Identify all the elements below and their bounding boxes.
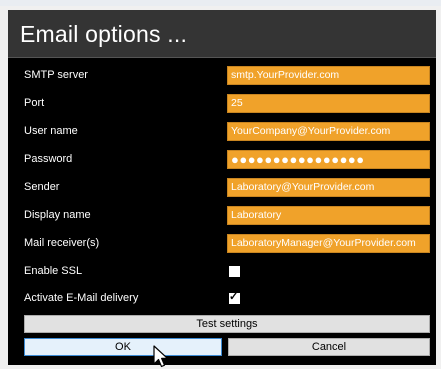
display-name-label: Display name [24,209,91,221]
mouse-pointer-icon [153,345,169,368]
sender-row: Sender Laboratory@YourProvider.com [8,178,436,198]
port-input[interactable]: 25 [227,94,430,113]
enable-ssl-row: Enable SSL [8,262,436,282]
user-name-input[interactable]: YourCompany@YourProvider.com [227,122,430,141]
ok-button[interactable]: OK [24,338,222,356]
password-input[interactable]: ●●●●●●●●●●●●●●●● [227,150,430,169]
password-row: Password ●●●●●●●●●●●●●●●● [8,150,436,170]
enable-ssl-checkbox[interactable] [229,266,240,277]
user-name-label: User name [24,125,78,137]
sender-label: Sender [24,181,60,193]
test-settings-button[interactable]: Test settings [24,315,430,333]
dialog-title: Email options ... [20,21,188,47]
smtp-server-input[interactable]: smtp.YourProvider.com [227,66,430,85]
display-name-input[interactable]: Laboratory [227,206,430,225]
password-label: Password [24,153,73,165]
smtp-server-label: SMTP server [24,69,88,81]
mail-receivers-label: Mail receiver(s) [24,237,100,249]
smtp-server-row: SMTP server smtp.YourProvider.com [8,66,436,86]
mail-receivers-input[interactable]: LaboratoryManager@YourProvider.com [227,234,430,253]
activate-email-label: Activate E-Mail delivery [24,292,139,304]
cancel-button[interactable]: Cancel [228,338,430,356]
mail-receivers-row: Mail receiver(s) LaboratoryManager@YourP… [8,234,436,254]
user-name-row: User name YourCompany@YourProvider.com [8,122,436,142]
display-name-row: Display name Laboratory [8,206,436,226]
port-label: Port [24,97,45,109]
enable-ssl-label: Enable SSL [24,265,83,277]
activate-email-row: Activate E-Mail delivery ✓ [8,289,436,309]
dialog-titlebar: Email options ... [8,10,436,58]
sender-input[interactable]: Laboratory@YourProvider.com [227,178,430,197]
checkmark-icon: ✓ [229,291,239,303]
activate-email-checkbox[interactable]: ✓ [229,291,240,304]
email-options-dialog: Email options ... SMTP server smtp.YourP… [8,10,436,365]
port-row: Port 25 [8,94,436,114]
window-top-strip [0,0,441,6]
